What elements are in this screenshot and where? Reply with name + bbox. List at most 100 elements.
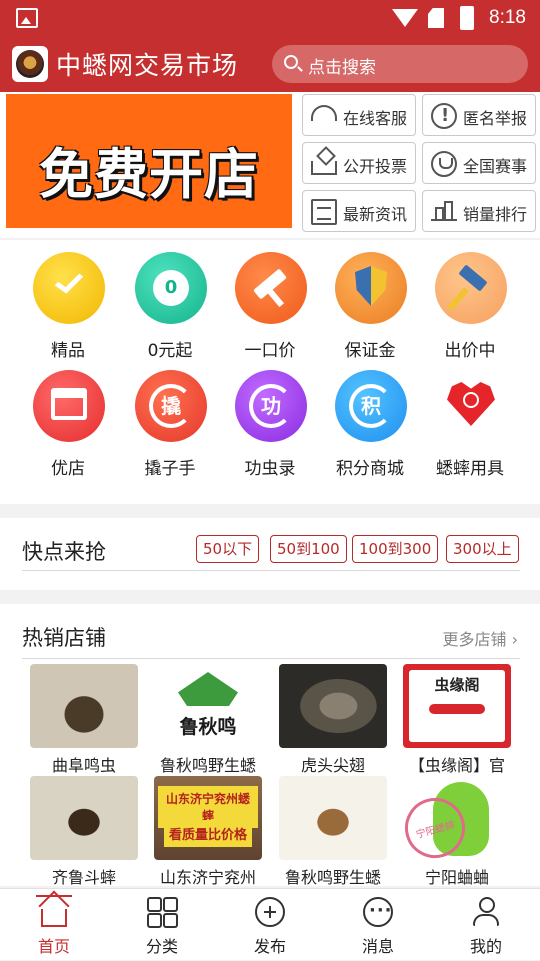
hot-shops-title: 热销店铺 bbox=[22, 626, 106, 650]
shop-card[interactable]: 鲁秋鸣 鲁秋鸣野生蟋 bbox=[146, 664, 270, 775]
quick-link-online-service[interactable]: 在线客服 bbox=[302, 94, 416, 136]
category-grid: 精品 0 0元起 一口价 保证金 出价中 优店 撬 撬子手 功 功虫录 积 积分… bbox=[0, 240, 540, 504]
nav-messages[interactable]: 消息 bbox=[324, 889, 432, 961]
nav-label: 分类 bbox=[145, 937, 178, 956]
shop-card[interactable]: 齐鲁斗蟀 bbox=[22, 776, 146, 887]
category-quality-store[interactable]: 优店 bbox=[18, 358, 118, 479]
category-gongchonglu[interactable]: 功 功虫录 bbox=[220, 358, 320, 479]
shield-icon bbox=[335, 252, 407, 324]
shop-card[interactable]: 山东济宁兖州蟋蟀 看质量比价格 山东济宁兖州 bbox=[146, 776, 270, 887]
category-label: 蟋蟀用具 bbox=[436, 459, 504, 479]
shop-name: 鲁秋鸣野生蟋 bbox=[284, 868, 381, 887]
quick-link-label: 在线客服 bbox=[343, 109, 408, 128]
nav-label: 发布 bbox=[253, 937, 286, 956]
grid-icon bbox=[147, 897, 177, 928]
category-label: 优店 bbox=[51, 459, 85, 479]
points-badge-icon: 积 bbox=[335, 370, 407, 442]
quick-link-public-vote[interactable]: 公开投票 bbox=[302, 142, 416, 184]
search-placeholder: 点击搜索 bbox=[308, 58, 376, 78]
quick-link-label: 全国赛事 bbox=[463, 157, 528, 176]
category-label: 积分商城 bbox=[336, 459, 404, 479]
category-qiaozishou[interactable]: 撬 撬子手 bbox=[120, 358, 220, 479]
heart-pin-icon bbox=[435, 370, 507, 442]
shop-name: 虎头尖翅 bbox=[300, 756, 365, 775]
free-store-banner[interactable]: 免费开店 bbox=[6, 94, 292, 228]
quick-link-label: 公开投票 bbox=[343, 157, 408, 176]
nav-publish[interactable]: 发布 bbox=[216, 889, 324, 961]
shop-thumbnail: 宁阳蟋蟀 bbox=[403, 776, 511, 860]
quick-link-national-events[interactable]: 全国赛事 bbox=[422, 142, 536, 184]
price-filter-50-100[interactable]: 50到100 bbox=[270, 535, 347, 563]
shop-card[interactable]: 虫缘阁 【虫缘阁】官 bbox=[395, 664, 519, 775]
promo-section: 免费开店 在线客服 匿名举报 公开投票 全国赛事 最新资讯 销量排行 bbox=[0, 92, 540, 238]
category-bidding[interactable]: 出价中 bbox=[420, 240, 520, 361]
nav-home[interactable]: 首页 bbox=[0, 889, 108, 961]
price-filter-under-50[interactable]: 50以下 bbox=[196, 535, 260, 563]
nav-profile[interactable]: 我的 bbox=[432, 889, 540, 961]
app-header: 中蟋网交易市场 点击搜索 bbox=[0, 36, 540, 92]
chevron-right-icon: › bbox=[511, 630, 518, 649]
headset-icon bbox=[311, 105, 337, 121]
nav-categories[interactable]: 分类 bbox=[108, 889, 216, 961]
shop-card[interactable]: 宁阳蟋蟀 宁阳蛐蛐 bbox=[395, 776, 519, 887]
wifi-icon bbox=[392, 9, 418, 27]
shop-logo-text: 虫缘阁 bbox=[434, 676, 480, 694]
quick-grab-title: 快点来抢 bbox=[22, 540, 106, 564]
quick-link-sales-ranking[interactable]: 销量排行 bbox=[422, 190, 536, 232]
more-shops-link[interactable]: 更多店铺 › bbox=[442, 626, 518, 650]
no-sim-icon bbox=[428, 8, 444, 28]
shop-card[interactable]: 曲阜鸣虫 bbox=[22, 664, 146, 775]
nav-label: 消息 bbox=[361, 937, 394, 956]
shop-banner-slogan: 看质量比价格 bbox=[164, 820, 252, 847]
status-bar: 8:18 bbox=[0, 0, 540, 36]
plus-circle-icon bbox=[255, 897, 285, 927]
news-icon bbox=[311, 199, 337, 225]
shop-thumbnail: 山东济宁兖州蟋蟀 看质量比价格 bbox=[154, 776, 262, 860]
shop-name: 齐鲁斗蟀 bbox=[51, 868, 116, 887]
shop-thumbnail bbox=[30, 776, 138, 860]
app-logo[interactable] bbox=[12, 46, 48, 82]
price-filter-100-300[interactable]: 100到300 bbox=[352, 535, 439, 563]
shop-thumbnail: 虫缘阁 bbox=[403, 664, 511, 748]
auction-hammer-icon bbox=[435, 252, 507, 324]
shop-thumbnail bbox=[30, 664, 138, 748]
quick-link-label: 销量排行 bbox=[463, 205, 528, 224]
shop-card[interactable]: 虎头尖翅 bbox=[271, 664, 395, 775]
image-notification-icon bbox=[16, 8, 38, 28]
qiao-badge-icon: 撬 bbox=[135, 370, 207, 442]
shop-card[interactable]: 鲁秋鸣野生蟋 bbox=[271, 776, 395, 887]
category-points-mall[interactable]: 积 积分商城 bbox=[320, 358, 420, 479]
app-title: 中蟋网交易市场 bbox=[56, 51, 239, 80]
category-deposit[interactable]: 保证金 bbox=[320, 240, 420, 361]
banner-text: 免费开店 bbox=[39, 142, 259, 206]
shop-logo-text: 鲁秋鸣 bbox=[179, 716, 237, 738]
quick-link-anonymous-report[interactable]: 匿名举报 bbox=[422, 94, 536, 136]
price-filter-over-300[interactable]: 300以上 bbox=[446, 535, 519, 563]
quick-link-label: 匿名举报 bbox=[463, 109, 528, 128]
category-fixed-price[interactable]: 一口价 bbox=[220, 240, 320, 361]
quick-link-latest-news[interactable]: 最新资讯 bbox=[302, 190, 416, 232]
cricket-logo-icon bbox=[178, 672, 238, 706]
shop-thumbnail: 鲁秋鸣 bbox=[154, 664, 262, 748]
exclamation-icon bbox=[431, 103, 457, 129]
zero-badge-icon: 0 bbox=[135, 252, 207, 324]
battery-icon bbox=[460, 6, 474, 30]
nav-label: 首页 bbox=[37, 937, 70, 956]
search-bar[interactable]: 点击搜索 bbox=[272, 45, 528, 83]
category-cricket-gear[interactable]: 蟋蟀用具 bbox=[420, 358, 520, 479]
bar-chart-icon bbox=[431, 199, 457, 221]
category-zero-start[interactable]: 0 0元起 bbox=[120, 240, 220, 361]
clock: 8:18 bbox=[489, 7, 526, 28]
shop-name: 【虫缘阁】官 bbox=[408, 756, 505, 775]
quick-grab-section: 快点来抢 50以下 50到100 100到300 300以上 bbox=[0, 518, 540, 590]
trophy-icon bbox=[431, 151, 457, 177]
logo-emblem-icon bbox=[16, 50, 44, 78]
cricket-icon bbox=[429, 704, 485, 714]
category-premium[interactable]: 精品 bbox=[18, 240, 118, 361]
shop-thumbnail bbox=[279, 776, 387, 860]
shop-name: 曲阜鸣虫 bbox=[51, 756, 116, 775]
divider bbox=[22, 658, 520, 659]
bottom-nav: 首页 分类 发布 消息 我的 bbox=[0, 888, 540, 960]
shop-name: 宁阳蛐蛐 bbox=[424, 868, 489, 887]
shop-thumbnail bbox=[279, 664, 387, 748]
